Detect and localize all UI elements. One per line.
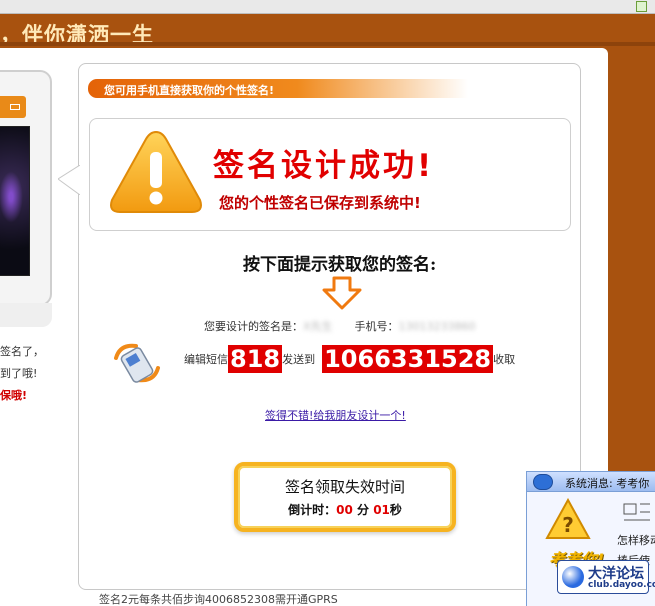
notice-banner: 您可用手机直接获取你的个性签名!: [88, 79, 468, 98]
popup-puzzle-icon: [623, 503, 650, 521]
countdown: 倒计时：00 分 01秒: [238, 501, 452, 518]
svg-text:?: ?: [562, 513, 574, 537]
timer-title: 签名领取失效时间: [284, 478, 405, 496]
share-design-link[interactable]: 签得不错!给我朋友设计一个!: [265, 407, 406, 423]
signature-label: 您要设计的签名是：: [204, 320, 303, 333]
popup-title: 系统消息: 考考你: [565, 477, 650, 490]
dayoo-logo[interactable]: 大洋论坛 club.dayoo.com: [557, 560, 655, 594]
signature-value: X先生: [303, 320, 333, 333]
minutes-unit: 分: [356, 503, 369, 517]
checkbox[interactable]: [636, 1, 647, 12]
sms-receive-text: 收取: [493, 353, 516, 366]
sms-code: 818: [228, 345, 283, 373]
browser-top-bar: [0, 0, 655, 14]
globe-icon: [562, 566, 584, 588]
phone-label: 手机号：: [354, 320, 399, 333]
success-subtitle: 您的个性签名已保存到系统中!: [219, 194, 421, 212]
header-divider: [0, 42, 655, 46]
speech-tail-icon: [58, 165, 80, 195]
countdown-minutes: 00: [336, 503, 353, 517]
popup-header: 系统消息: 考考你: [527, 472, 655, 492]
signature-info: 您要设计的签名是：X先生 手机号：13013233860: [204, 318, 476, 334]
system-message-popup[interactable]: 系统消息: 考考你 ? 怎样移动 棒后使 考考你! 大洋论坛 club.dayo…: [526, 471, 655, 606]
footer-note: 签名2元每条共佰步询4006852308需开通GPRS: [99, 593, 338, 606]
countdown-seconds: 01: [373, 503, 390, 517]
battery-icon: [10, 104, 20, 110]
sms-number: 1066331528: [322, 345, 494, 373]
side-note-1: 签名了，: [0, 345, 44, 358]
side-note-3: 保哦!: [0, 389, 28, 402]
sms-instruction: 编辑短信818 发送到 1066331528 收取: [184, 345, 515, 373]
side-note-2: 到了哦!: [0, 367, 38, 380]
warning-icon: [110, 130, 202, 213]
popup-badge-icon: [533, 474, 553, 490]
countdown-label: 倒计时：: [288, 503, 337, 517]
sms-edit-text: 编辑短信: [184, 353, 228, 366]
popup-text-line1: 怎样移动: [617, 534, 655, 547]
sms-phone-icon: [114, 343, 160, 383]
logo-en: club.dayoo.com: [588, 580, 655, 590]
seconds-unit: 秒: [389, 503, 402, 517]
down-arrow-icon: [322, 276, 362, 310]
sms-send-to-text: 发送到: [282, 353, 316, 366]
phone-value: 13013233860: [398, 320, 476, 333]
instructions-title: 按下面提示获取您的签名:: [243, 255, 437, 275]
phone-base: [0, 303, 52, 327]
phone-screen: [0, 126, 30, 276]
phone-status-bar: [0, 96, 26, 118]
side-notes: 签名了， 到了哦! 保哦!: [0, 341, 44, 407]
phone-illustration: [0, 70, 52, 306]
popup-warning-icon: ?: [545, 498, 591, 539]
expiry-timer-box: 签名领取失效时间 倒计时：00 分 01秒: [234, 462, 456, 532]
success-title: 签名设计成功!: [213, 148, 435, 184]
